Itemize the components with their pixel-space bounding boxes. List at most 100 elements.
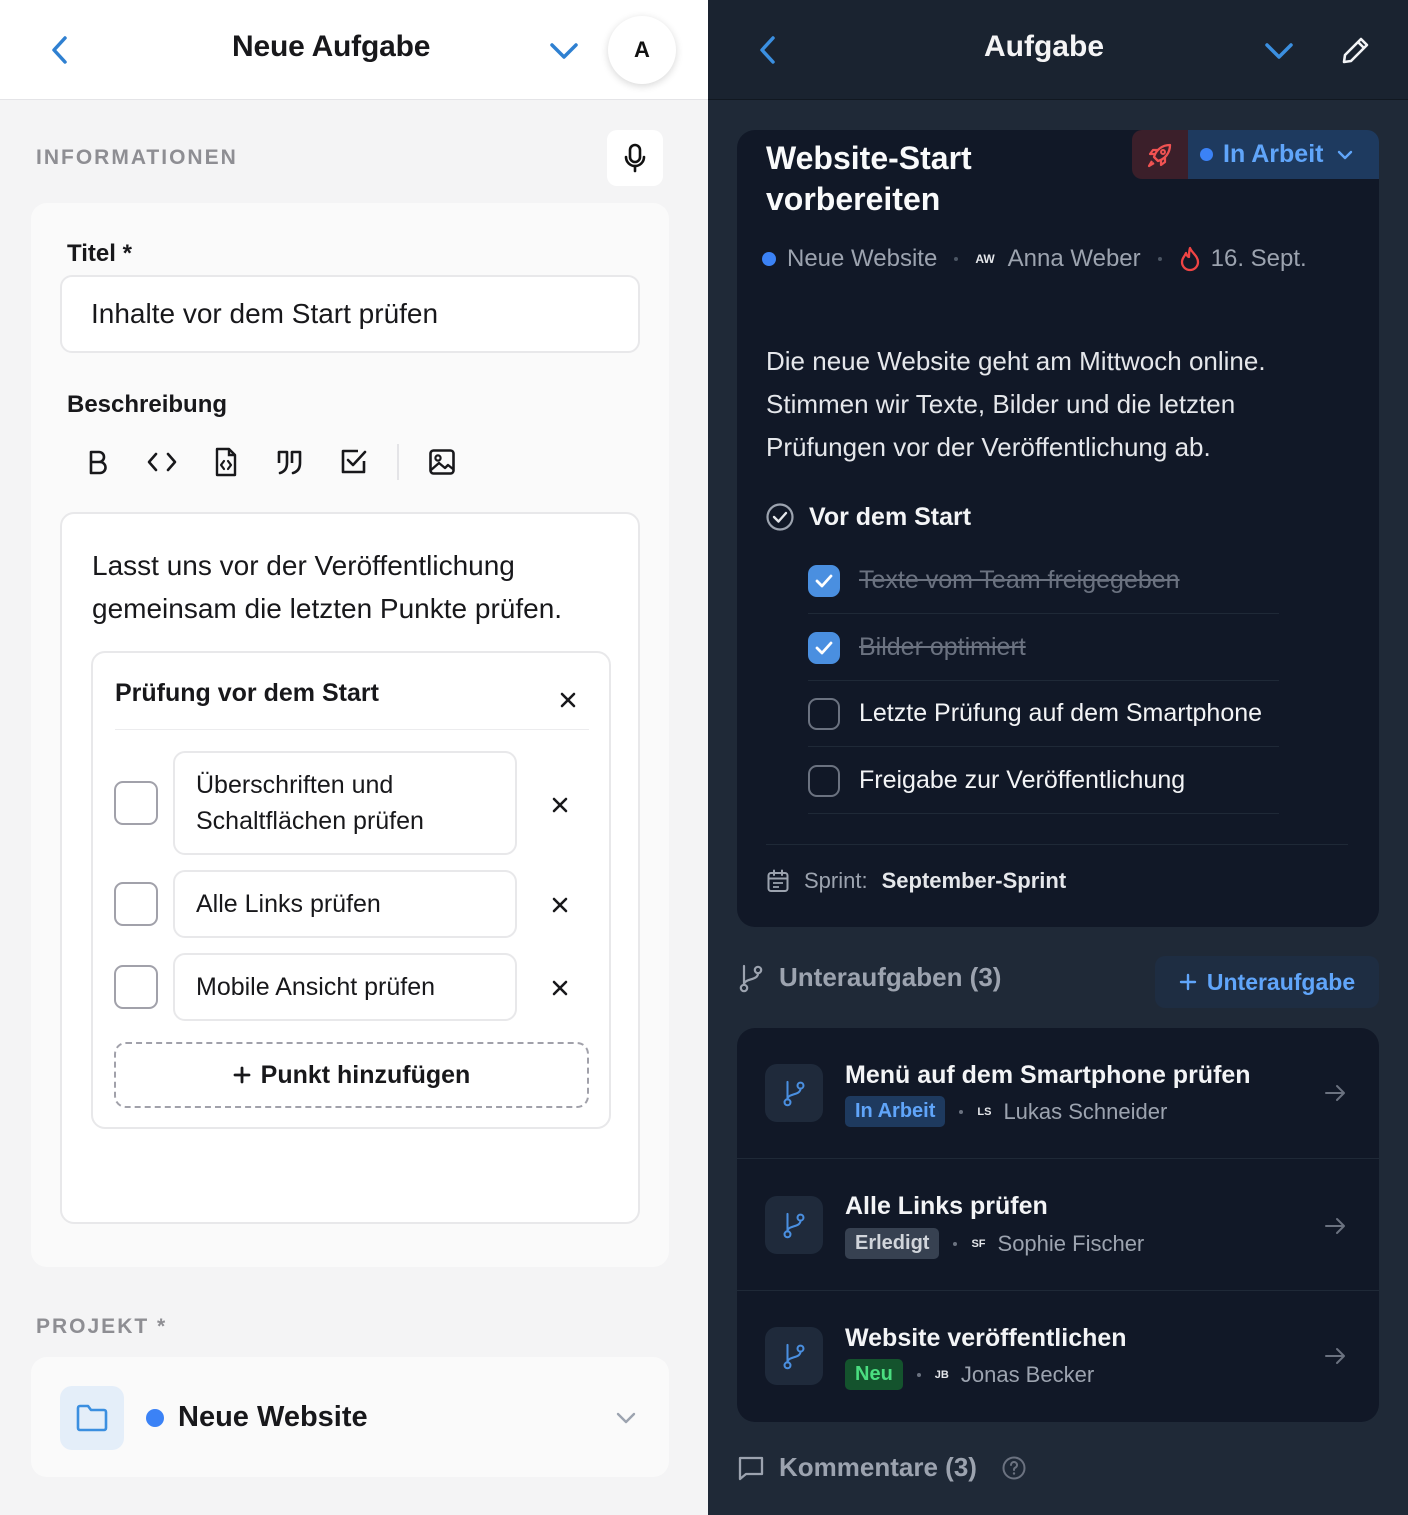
plus-icon [1179,973,1197,991]
meta-separator [953,1241,958,1246]
description-editor[interactable]: Lasst uns vor der Veröffentlichung gemei… [60,512,640,1224]
checklist-checkbox[interactable] [114,882,158,926]
add-subtask-label: Unteraufgabe [1206,968,1356,995]
checklist-item-label: Bilder optimiert [859,633,1026,661]
status-badge: Neu [845,1359,903,1390]
edit-button[interactable] [1336,30,1376,70]
checklist-item[interactable]: Freigabe zur Veröffentlichung [808,748,1279,814]
calendar-icon [767,869,789,892]
remove-item-button[interactable] [545,790,575,820]
expand-button[interactable] [1260,32,1298,70]
chevron-down-icon [1338,150,1353,159]
sprint-info: Sprint: September-Sprint [766,868,1066,894]
checklist-title: Vor dem Start [809,502,972,531]
checklist-divider [115,729,589,730]
remove-item-button[interactable] [545,890,575,920]
add-item-label: Punkt hinzufügen [260,1060,471,1089]
remove-checklist-button[interactable] [553,685,583,715]
checklist-item-input[interactable]: Überschriften und Schaltflächen prüfen [173,751,517,855]
title-input[interactable]: Inhalte vor dem Start prüfen [60,275,640,353]
subtasks-heading-label: Unteraufgaben (3) [779,962,1002,992]
assignee-avatar: SF [971,1237,986,1250]
task-card: Website-Start vorbereiten In Arbeit Neue… [737,130,1379,927]
subtask-title: Alle Links prüfen [845,1192,1048,1220]
close-icon [552,980,568,996]
checkbox-checked[interactable] [808,631,840,664]
code-button[interactable] [130,438,194,486]
bold-icon [89,450,107,475]
checklist-item[interactable]: Bilder optimiert [808,615,1279,681]
image-button[interactable] [410,438,474,486]
project-select[interactable]: Neue Website [31,1357,669,1477]
quote-icon [277,450,302,475]
title-label: Titel * [67,240,132,267]
close-icon [552,897,568,913]
status-dropdown[interactable]: In Arbeit [1188,130,1379,179]
status-label: In Arbeit [1223,140,1324,168]
checklist-item-input[interactable]: Alle Links prüfen [173,870,517,938]
microphone-icon [624,143,646,173]
priority-button[interactable] [1132,130,1188,179]
checklist-item[interactable]: Texte vom Team freigegeben [808,548,1279,614]
flame-icon [1180,246,1199,272]
subtask-title: Website veröffentlichen [845,1324,1127,1352]
add-subtask-button[interactable]: Unteraufgabe [1155,956,1379,1008]
checklist-heading: Vor dem Start [765,502,971,532]
dictate-button[interactable] [607,130,663,186]
assignee-avatar: JB [934,1368,949,1381]
subtask-row[interactable]: Alle Links prüfen Erledigt SF Sophie Fis… [737,1159,1379,1291]
checklist-item[interactable]: Letzte Prüfung auf dem Smartphone [808,681,1279,747]
assignee-avatar: LS [977,1105,992,1118]
task-assignee[interactable]: Anna Weber [1008,245,1141,273]
code-icon [147,452,177,472]
new-task-header: Neue Aufgabe A [0,0,708,100]
checklist-item-input[interactable]: Mobile Ansicht prüfen [173,953,517,1021]
toolbar-divider [397,444,399,480]
section-label-info: INFORMATIONEN [36,146,238,169]
subtask-row[interactable]: Menü auf dem Smartphone prüfen In Arbeit… [737,1028,1379,1159]
back-button[interactable] [748,30,788,70]
checklist-checkbox[interactable] [114,781,158,825]
add-checklist-item-button[interactable]: Punkt hinzufügen [114,1042,589,1108]
status-badge: Erledigt [845,1228,940,1259]
code-block-button[interactable] [194,438,258,486]
task-project[interactable]: Neue Website [787,245,937,273]
task-detail-header: Aufgabe [708,0,1408,100]
quote-button[interactable] [258,438,322,486]
status-dot [1200,148,1213,161]
checklist-title[interactable]: Prüfung vor dem Start [115,679,379,708]
rocket-icon [1147,143,1172,167]
comments-heading[interactable]: Kommentare (3) [737,1452,1027,1483]
subtask-list: Menü auf dem Smartphone prüfen In Arbeit… [737,1028,1379,1422]
checkbox-checked[interactable] [808,564,840,597]
help-icon[interactable] [1001,1455,1027,1481]
subtask-meta: In Arbeit LS Lukas Schneider [845,1096,1167,1127]
checkbox-unchecked[interactable] [808,697,840,730]
expand-button[interactable] [545,32,583,70]
checklist-item-label: Freigabe zur Veröffentlichung [859,766,1186,794]
bold-button[interactable] [66,438,130,486]
checklist-block: Prüfung vor dem Start Überschriften und … [91,651,611,1129]
avatar[interactable]: A [608,16,676,84]
arrow-right-icon [1322,1080,1348,1106]
checkbox-unchecked[interactable] [808,764,840,797]
status-badge: In Arbeit [845,1096,946,1127]
subtask-meta: Neu JB Jonas Becker [845,1359,1094,1390]
editor-text[interactable]: Lasst uns vor der Veröffentlichung gemei… [92,544,612,630]
description-label: Beschreibung [67,391,228,418]
checklist-checkbox[interactable] [114,965,158,1009]
subtask-assignee: Lukas Schneider [1003,1098,1168,1124]
back-button[interactable] [40,30,80,70]
subtask-row[interactable]: Website veröffentlichen Neu JB Jonas Bec… [737,1291,1379,1422]
checklist-button[interactable] [322,438,386,486]
sprint-value[interactable]: September-Sprint [882,868,1067,894]
folder-icon [60,1386,124,1450]
chevron-down-icon [550,43,578,59]
remove-item-button[interactable] [545,973,575,1003]
page-title: Aufgabe [984,30,1104,63]
subtask-meta: Erledigt SF Sophie Fischer [845,1228,1144,1259]
subtask-title: Menü auf dem Smartphone prüfen [845,1061,1251,1089]
task-due-date[interactable]: 16. Sept. [1211,245,1307,273]
page-title: Neue Aufgabe [232,30,431,63]
project-name: Neue Website [178,1401,368,1433]
